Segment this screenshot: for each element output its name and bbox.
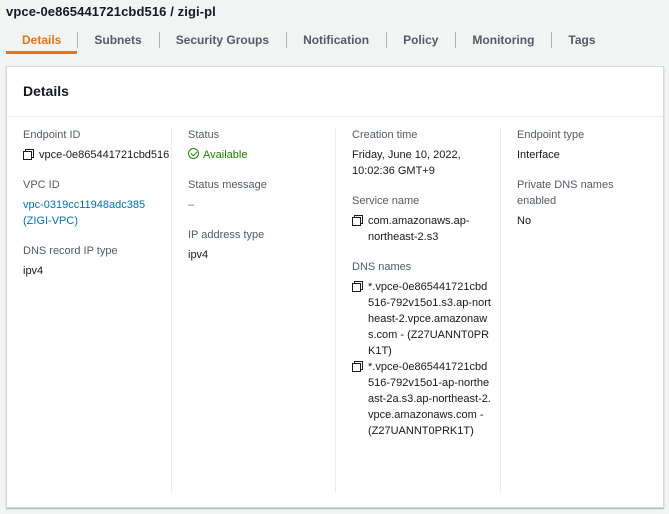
private-dns-label: Private DNS names enabled [517, 179, 614, 207]
service-name-field: Service name com.amazonaws.ap-northeast-… [352, 193, 500, 245]
dns-names-field: DNS names *.vpce-0e865441721cbd516-792v1… [352, 259, 500, 439]
endpoint-id-row: vpce-0e865441721cbd516 [23, 147, 171, 163]
status-message-label: Status message [188, 179, 267, 191]
ip-address-type-label: IP address type [188, 229, 265, 241]
creation-time-field: Creation time Friday, June 10, 2022, 10:… [352, 127, 500, 179]
details-column-4: Endpoint type Interface Private DNS name… [500, 127, 663, 493]
status-label: Status [188, 129, 220, 141]
copy-icon[interactable] [352, 361, 363, 372]
endpoint-type-value: Interface [517, 149, 560, 161]
dns-name-value: *.vpce-0e865441721cbd516-792v15o1.s3.ap-… [368, 281, 491, 357]
copy-icon[interactable] [352, 215, 363, 226]
tab-monitoring[interactable]: Monitoring [455, 28, 551, 54]
status-message-field: Status message – [188, 177, 335, 213]
status-row: Available [188, 147, 335, 163]
vpc-id-link[interactable]: vpc-0319cc11948adc385 (ZIGI-VPC) [23, 197, 159, 229]
creation-time-value: Friday, June 10, 2022, 10:02:36 GMT+9 [352, 149, 461, 177]
status-value: Available [203, 149, 248, 161]
endpoint-type-label: Endpoint type [517, 129, 585, 141]
ip-address-type-value: ipv4 [188, 249, 209, 261]
vpc-id-field: VPC ID vpc-0319cc11948adc385 (ZIGI-VPC) [23, 177, 171, 229]
private-dns-field: Private DNS names enabled No [517, 177, 663, 229]
tab-security-groups[interactable]: Security Groups [158, 28, 286, 54]
service-name-value: com.amazonaws.ap-northeast-2.s3 [368, 215, 470, 243]
creation-time-label: Creation time [352, 129, 418, 141]
tab-tags[interactable]: Tags [551, 28, 612, 54]
dns-name-value: *.vpce-0e865441721cbd516-792v15o1-ap-nor… [368, 361, 491, 437]
page-title: vpce-0e865441721cbd516 / zigi-pl [6, 4, 216, 19]
private-dns-value: No [517, 215, 532, 227]
dns-record-ip-type-field: DNS record IP type ipv4 [23, 243, 171, 279]
panel-title: Details [7, 67, 663, 117]
ip-address-type-field: IP address type ipv4 [188, 227, 335, 263]
tab-policy[interactable]: Policy [386, 28, 455, 54]
details-column-2: Status Available Status message – IP add… [171, 127, 335, 493]
copy-icon[interactable] [352, 281, 363, 292]
status-field: Status Available [188, 127, 335, 163]
endpoint-id-label: Endpoint ID [23, 129, 81, 141]
tab-subnets[interactable]: Subnets [77, 28, 158, 54]
endpoint-id-field: Endpoint ID vpce-0e865441721cbd516 [23, 127, 171, 163]
copy-icon[interactable] [23, 149, 34, 160]
details-column-3: Creation time Friday, June 10, 2022, 10:… [335, 127, 500, 493]
details-column-1: Endpoint ID vpce-0e865441721cbd516 VPC I… [7, 127, 171, 493]
details-columns: Endpoint ID vpce-0e865441721cbd516 VPC I… [7, 127, 663, 493]
service-name-row: com.amazonaws.ap-northeast-2.s3 [352, 213, 500, 245]
dns-names-label: DNS names [352, 261, 412, 273]
dns-name-row: *.vpce-0e865441721cbd516-792v15o1.s3.ap-… [352, 279, 500, 359]
tab-bar: Details Subnets Security Groups Notifica… [6, 28, 613, 54]
endpoint-type-field: Endpoint type Interface [517, 127, 663, 163]
tab-notification[interactable]: Notification [286, 28, 386, 54]
status-message-value: – [188, 199, 195, 211]
vpc-id-label: VPC ID [23, 179, 60, 191]
check-circle-icon [188, 148, 199, 159]
endpoint-id-value: vpce-0e865441721cbd516 [39, 149, 170, 161]
dns-name-row: *.vpce-0e865441721cbd516-792v15o1-ap-nor… [352, 359, 500, 439]
dns-record-ip-type-value: ipv4 [23, 265, 44, 277]
details-panel: Details Endpoint ID vpce-0e865441721cbd5… [6, 66, 664, 508]
tab-details[interactable]: Details [6, 28, 78, 54]
dns-record-ip-type-label: DNS record IP type [23, 245, 118, 257]
service-name-label: Service name [352, 195, 420, 207]
